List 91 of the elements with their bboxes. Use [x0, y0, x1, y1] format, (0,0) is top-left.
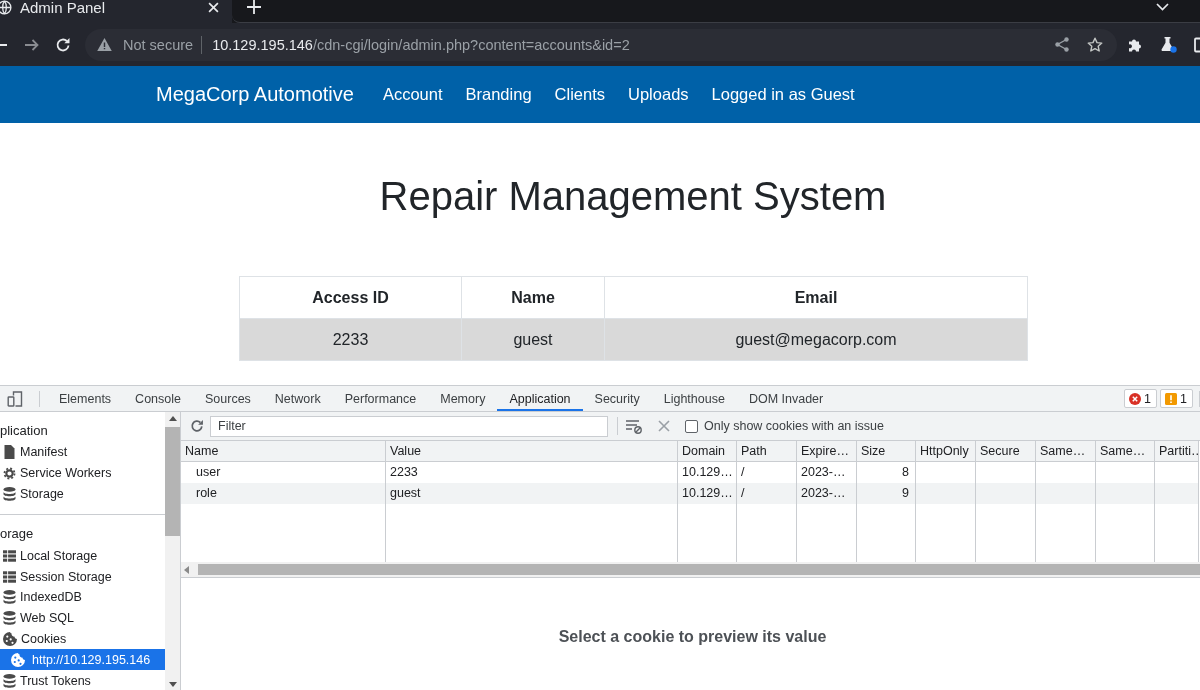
table-header-cell: Name [461, 276, 605, 319]
nav-link[interactable]: Uploads [628, 85, 689, 104]
column-header[interactable]: Partiti… [1155, 441, 1199, 462]
sidebar-item[interactable]: Cookies [0, 628, 165, 650]
column-header[interactable]: Size [857, 441, 916, 462]
star-icon[interactable] [1087, 36, 1103, 53]
nav-link[interactable]: Account [382, 85, 443, 104]
column-header[interactable]: Same… [1036, 441, 1096, 462]
table-cell: 10.129… [678, 483, 737, 504]
column-header[interactable]: HttpOnly [916, 441, 976, 462]
nav-link[interactable]: Logged in as Guest [711, 85, 855, 104]
nav-link[interactable]: Clients [554, 85, 605, 104]
column-header[interactable]: Path [737, 441, 797, 462]
gear-icon [3, 466, 16, 480]
cookie-icon [11, 652, 25, 667]
vertical-scrollbar[interactable] [165, 412, 180, 690]
column-header[interactable]: Domain [678, 441, 737, 462]
scroll-left-icon[interactable] [184, 565, 189, 574]
sidebar-item[interactable]: Manifest [0, 442, 165, 463]
devtools-tab[interactable]: Memory [428, 386, 498, 411]
table-grid-icon [3, 570, 16, 583]
horizontal-scrollbar[interactable] [181, 562, 1200, 578]
table-header-cell: Email [604, 276, 1028, 319]
table-grid-icon [3, 549, 16, 562]
address-bar[interactable]: Not secure 10.129.195.146/cdn-cgi/login/admin.php?content=accounts&id=2 [85, 28, 1117, 61]
table-cell: guest [386, 483, 678, 504]
devtools-tab[interactable]: Sources [193, 386, 263, 411]
security-label[interactable]: Not secure [123, 36, 194, 53]
filter-input[interactable]: Filter [210, 415, 608, 437]
reload-icon[interactable] [55, 36, 71, 53]
table-header-cell: Access ID [239, 276, 462, 319]
preview-message: Select a cookie to preview its value [558, 628, 827, 646]
table-cell: guest [461, 318, 605, 361]
devtools-tab[interactable]: DOM Invader [736, 386, 836, 411]
column-header[interactable]: Value [386, 441, 678, 462]
devtools-tab[interactable]: Security [582, 386, 652, 411]
table-cell: 2233 [239, 318, 462, 361]
issue-counter[interactable]: 1 [1160, 389, 1193, 408]
checkbox-label[interactable]: Only show cookies with an issue [704, 419, 884, 433]
scrollbar-thumb[interactable] [198, 564, 1200, 575]
clear-filter-icon[interactable] [626, 418, 642, 434]
database-icon [3, 590, 16, 605]
brand-link[interactable]: MegaCorp Automotive [156, 83, 354, 106]
new-tab-plus-icon[interactable] [247, 0, 261, 14]
devtools-tab[interactable]: Network [262, 386, 333, 411]
flask-icon[interactable] [1160, 36, 1177, 53]
refresh-icon[interactable] [190, 419, 204, 433]
devtools-tab[interactable]: Elements [47, 386, 124, 411]
sidebar-item[interactable]: Storage [0, 483, 165, 505]
sidebar-item[interactable]: IndexedDB [0, 587, 165, 608]
error-icon [1129, 392, 1142, 405]
checkbox[interactable] [685, 419, 698, 433]
share-icon[interactable] [1055, 37, 1069, 52]
sidebar-item[interactable]: Trust Tokens [0, 670, 165, 690]
database-icon [3, 611, 16, 626]
table-cell: 9 [857, 483, 916, 504]
column-header[interactable]: Same… [1096, 441, 1155, 462]
nav-link[interactable]: Branding [465, 85, 532, 104]
sidebar-section-header: orage [0, 525, 35, 544]
column-header[interactable]: Expire… [797, 441, 857, 462]
table-cell: role [181, 483, 386, 504]
issue-counter[interactable]: 1 [1124, 389, 1158, 408]
table-cell: / [737, 483, 797, 504]
chevron-down-icon[interactable] [1156, 3, 1169, 11]
sidebar-item[interactable]: Session Storage [0, 566, 165, 587]
sidebar-item[interactable]: Web SQL [0, 607, 165, 629]
sidebar-item[interactable]: Local Storage [0, 545, 165, 567]
scroll-up-icon[interactable] [168, 416, 177, 421]
sidebar-section-header: plication [0, 422, 49, 440]
globe-icon [0, 0, 12, 15]
cookie-icon [3, 631, 17, 646]
page-title: Repair Management System [378, 173, 888, 219]
devtools-tab[interactable]: Console [123, 386, 193, 411]
devtools-tab[interactable]: Lighthouse [651, 386, 737, 411]
database-icon [3, 487, 16, 501]
scrollbar-thumb[interactable] [165, 427, 180, 536]
device-toolbar-icon[interactable] [7, 390, 23, 407]
table-cell: guest@megacorp.com [604, 318, 1028, 361]
column-header[interactable]: Name [181, 441, 386, 462]
file-icon [3, 445, 16, 460]
url-text[interactable]: 10.129.195.146/cdn-cgi/login/admin.php?content=accounts&id=2 [212, 36, 630, 53]
sidebar-item[interactable]: http://10.129.195.146 [0, 649, 165, 671]
browser-tab[interactable]: Admin Panel [0, 0, 232, 23]
table-cell: 2023-… [797, 483, 857, 504]
warning-triangle-icon[interactable] [97, 38, 112, 51]
sidebar-item[interactable]: Service Workers [0, 462, 165, 484]
warning-icon [1165, 392, 1178, 405]
devtools-tab[interactable]: Performance [332, 386, 429, 411]
column-header[interactable]: Secure [976, 441, 1036, 462]
scroll-down-icon[interactable] [168, 682, 177, 687]
database-icon [3, 673, 16, 688]
